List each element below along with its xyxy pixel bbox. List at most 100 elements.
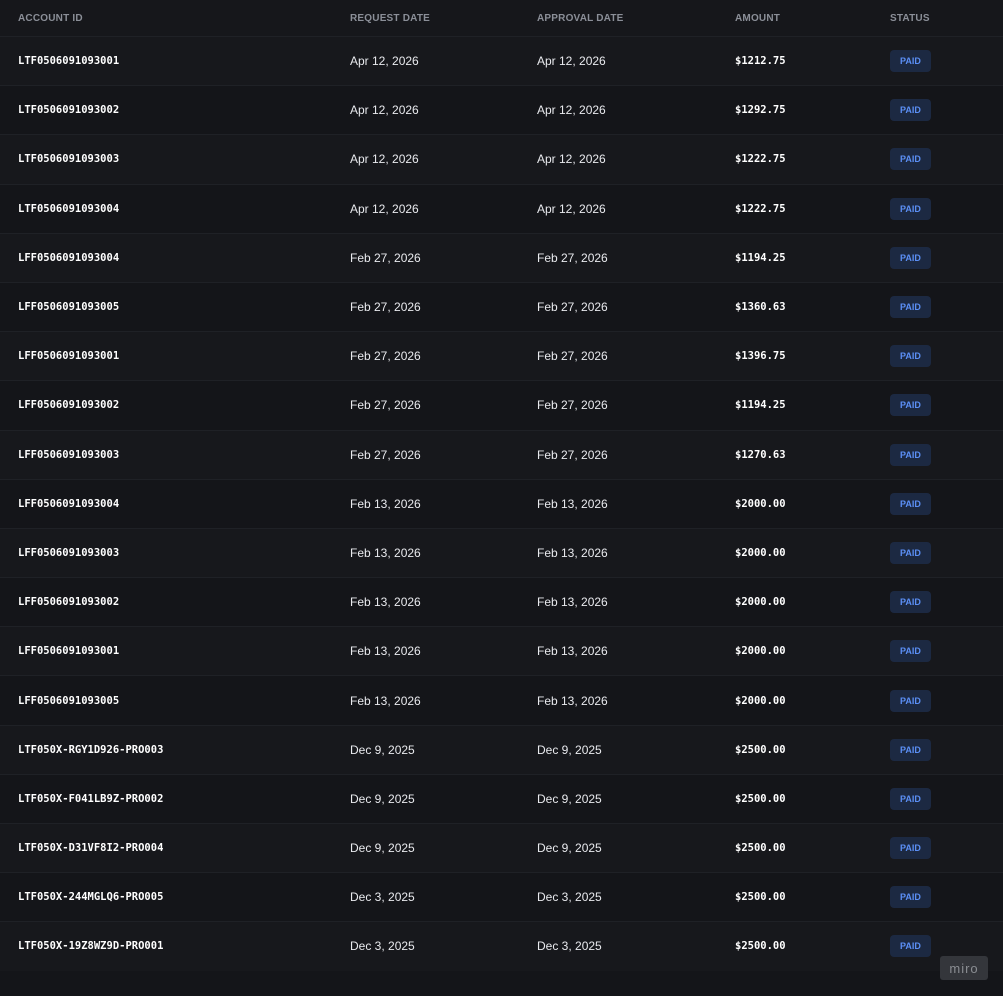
account-id: LFF0506091093004 — [18, 497, 120, 510]
status-cell: PAID — [890, 148, 931, 171]
approval-date: Feb 27, 2026 — [537, 447, 608, 462]
request-date: Feb 13, 2026 — [350, 595, 421, 610]
header-amount[interactable]: AMOUNT — [735, 13, 780, 24]
request-date: Dec 9, 2025 — [350, 841, 415, 856]
table-row[interactable]: LFF0506091093002 Feb 27, 2026 Feb 27, 2026… — [0, 380, 1003, 430]
account-id: LFF0506091093005 — [18, 694, 120, 707]
status-cell: PAID — [890, 640, 931, 663]
table-header: ACCOUNT ID REQUEST DATE APPROVAL DATE AM… — [0, 0, 1003, 36]
amount: $1194.25 — [735, 399, 786, 412]
status-badge: PAID — [890, 296, 931, 319]
status-badge: PAID — [890, 443, 931, 466]
status-cell: PAID — [890, 345, 931, 368]
approval-date: Apr 12, 2026 — [537, 152, 606, 167]
request-date: Feb 13, 2026 — [350, 644, 421, 659]
approval-date: Feb 13, 2026 — [537, 545, 608, 560]
amount: $1212.75 — [735, 55, 786, 68]
approval-date: Feb 13, 2026 — [537, 693, 608, 708]
amount: $2000.00 — [735, 546, 786, 559]
table-row[interactable]: LTF0506091093001 Apr 12, 2026 Apr 12, 2026… — [0, 36, 1003, 86]
request-date: Feb 13, 2026 — [350, 496, 421, 511]
request-date: Dec 3, 2025 — [350, 890, 415, 905]
account-id: LTF050X-244MGLQ6-PRO005 — [18, 891, 164, 904]
table-row[interactable]: LFF0506091093002 Feb 13, 2026 Feb 13, 2026… — [0, 577, 1003, 627]
status-cell: PAID — [890, 837, 931, 860]
payouts-table: ACCOUNT ID REQUEST DATE APPROVAL DATE AM… — [0, 0, 1003, 971]
account-id: LFF0506091093002 — [18, 399, 120, 412]
table-row[interactable]: LFF0506091093004 Feb 13, 2026 Feb 13, 2026… — [0, 478, 1003, 528]
status-cell: PAID — [890, 591, 931, 614]
header-approval-date[interactable]: APPROVAL DATE — [537, 13, 624, 24]
account-id: LTF050X-RGY1D926-PRO003 — [18, 743, 164, 756]
table-row[interactable]: LFF0506091093003 Feb 13, 2026 Feb 13, 2026… — [0, 527, 1003, 578]
header-account-id[interactable]: ACCOUNT ID — [18, 13, 83, 24]
status-cell: PAID — [890, 197, 931, 220]
status-cell: PAID — [890, 935, 931, 958]
approval-date: Feb 27, 2026 — [537, 398, 608, 413]
status-cell: PAID — [890, 99, 931, 122]
approval-date: Apr 12, 2026 — [537, 201, 606, 216]
approval-date: Feb 13, 2026 — [537, 644, 608, 659]
approval-date: Dec 3, 2025 — [537, 890, 602, 905]
status-cell: PAID — [890, 394, 931, 417]
header-status[interactable]: STATUS — [890, 13, 930, 24]
table-row[interactable]: LTF050X-RGY1D926-PRO003 Dec 9, 2025 Dec 9,… — [0, 724, 1003, 774]
request-date: Feb 27, 2026 — [350, 300, 421, 315]
account-id: LFF0506091093005 — [18, 301, 120, 314]
request-date: Feb 27, 2026 — [350, 349, 421, 364]
status-badge: PAID — [890, 148, 931, 171]
request-date: Feb 27, 2026 — [350, 447, 421, 462]
account-id: LFF0506091093001 — [18, 645, 120, 658]
table-row[interactable]: LTF050X-244MGLQ6-PRO005 Dec 3, 2025 Dec 3,… — [0, 872, 1003, 922]
status-cell: PAID — [890, 787, 931, 810]
approval-date: Feb 13, 2026 — [537, 595, 608, 610]
amount: $2000.00 — [735, 497, 786, 510]
request-date: Feb 13, 2026 — [350, 693, 421, 708]
table-row[interactable]: LFF0506091093005 Feb 27, 2026 Feb 27, 2026… — [0, 281, 1003, 332]
table-row[interactable]: LTF050X-19Z8WZ9D-PRO001 Dec 3, 2025 Dec 3,… — [0, 921, 1003, 971]
table-row[interactable]: LFF0506091093001 Feb 13, 2026 Feb 13, 2026… — [0, 626, 1003, 676]
table-row[interactable]: LFF0506091093004 Feb 27, 2026 Feb 27, 2026… — [0, 232, 1003, 282]
status-cell: PAID — [890, 50, 931, 73]
approval-date: Dec 9, 2025 — [537, 841, 602, 856]
status-cell: PAID — [890, 738, 931, 761]
approval-date: Feb 13, 2026 — [537, 496, 608, 511]
status-badge: PAID — [890, 197, 931, 220]
amount: $2000.00 — [735, 645, 786, 658]
status-badge: PAID — [890, 640, 931, 663]
table-row[interactable]: LFF0506091093005 Feb 13, 2026 Feb 13, 2026… — [0, 675, 1003, 725]
approval-date: Dec 9, 2025 — [537, 742, 602, 757]
approval-date: Feb 27, 2026 — [537, 300, 608, 315]
account-id: LTF0506091093003 — [18, 153, 120, 166]
amount: $2500.00 — [735, 842, 786, 855]
status-cell: PAID — [890, 689, 931, 712]
amount: $2000.00 — [735, 596, 786, 609]
table-row[interactable]: LTF0506091093004 Apr 12, 2026 Apr 12, 2026… — [0, 183, 1003, 233]
table-row[interactable]: LFF0506091093001 Feb 27, 2026 Feb 27, 2026… — [0, 331, 1003, 381]
amount: $1222.75 — [735, 202, 786, 215]
table-row[interactable]: LTF050X-D31VF8I2-PRO004 Dec 9, 2025 Dec 9,… — [0, 823, 1003, 873]
account-id: LFF0506091093003 — [18, 448, 120, 461]
status-badge: PAID — [890, 886, 931, 909]
account-id: LTF050X-D31VF8I2-PRO004 — [18, 842, 164, 855]
status-badge: PAID — [890, 492, 931, 515]
account-id: LTF0506091093001 — [18, 55, 120, 68]
status-badge: PAID — [890, 935, 931, 958]
table-row[interactable]: LTF0506091093003 Apr 12, 2026 Apr 12, 2026… — [0, 134, 1003, 184]
table-row[interactable]: LFF0506091093003 Feb 27, 2026 Feb 27, 2026… — [0, 429, 1003, 479]
table-body: LTF0506091093001 Apr 12, 2026 Apr 12, 2026… — [0, 36, 1003, 971]
table-row[interactable]: LTF0506091093002 Apr 12, 2026 Apr 12, 2026… — [0, 85, 1003, 135]
amount: $2500.00 — [735, 940, 786, 953]
request-date: Feb 13, 2026 — [350, 545, 421, 560]
table-row[interactable]: LTF050X-F041LB9Z-PRO002 Dec 9, 2025 Dec 9,… — [0, 773, 1003, 823]
header-request-date[interactable]: REQUEST DATE — [350, 13, 430, 24]
account-id: LFF0506091093002 — [18, 596, 120, 609]
status-cell: PAID — [890, 492, 931, 515]
approval-date: Dec 3, 2025 — [537, 939, 602, 954]
account-id: LTF0506091093004 — [18, 202, 120, 215]
amount: $1270.63 — [735, 448, 786, 461]
account-id: LTF050X-F041LB9Z-PRO002 — [18, 792, 164, 805]
approval-date: Feb 27, 2026 — [537, 250, 608, 265]
request-date: Apr 12, 2026 — [350, 201, 419, 216]
status-badge: PAID — [890, 689, 931, 712]
